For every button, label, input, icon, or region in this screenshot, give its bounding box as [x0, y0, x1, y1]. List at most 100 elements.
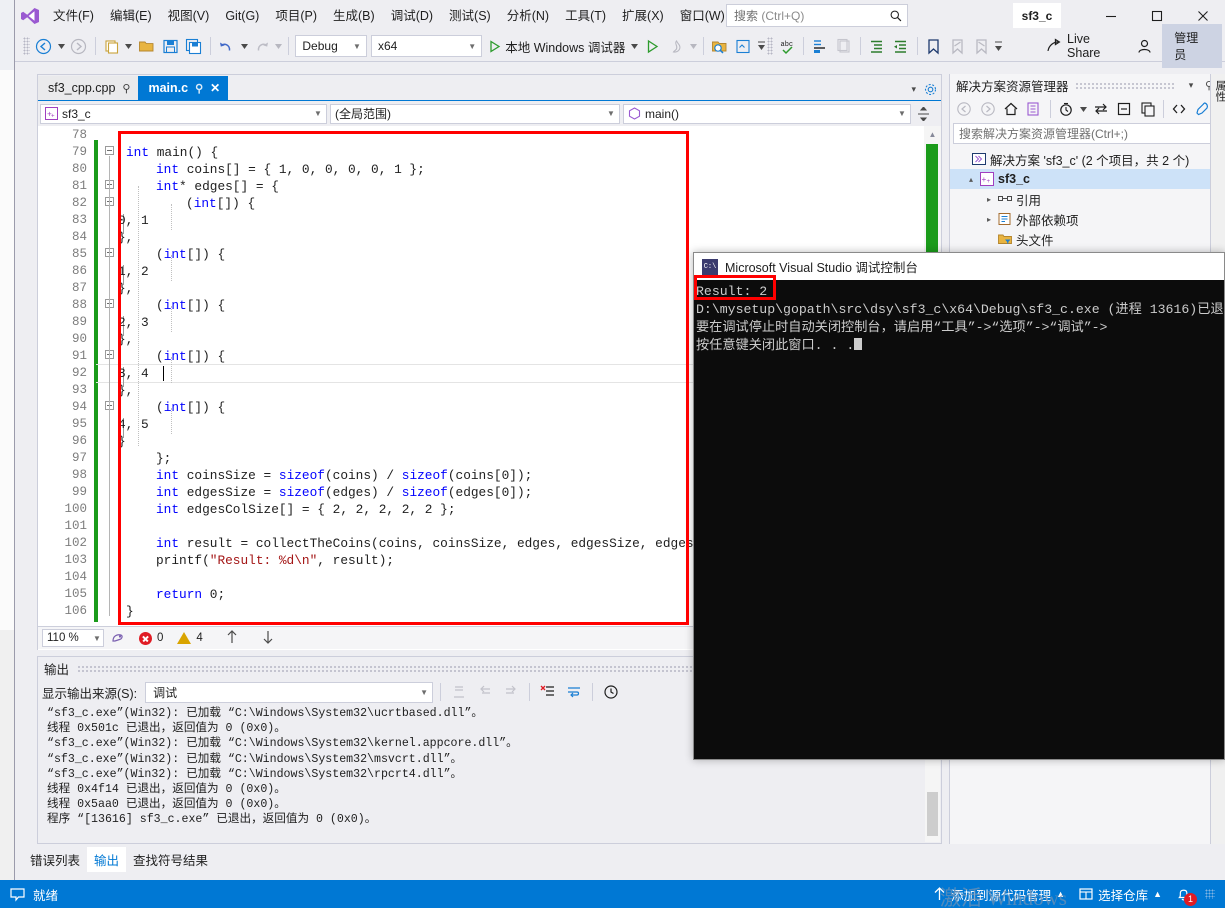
- minimize-button[interactable]: [1088, 0, 1134, 31]
- find-in-files-button[interactable]: [709, 35, 731, 57]
- home-button[interactable]: [1000, 98, 1022, 120]
- decrease-indent-button[interactable]: [890, 35, 912, 57]
- solution-explorer-button[interactable]: [733, 35, 755, 57]
- sync-with-active-document-button[interactable]: [1090, 98, 1112, 120]
- solution-configuration-combo[interactable]: Debug ▼: [295, 35, 367, 57]
- editor-settings-gear-icon[interactable]: [924, 83, 937, 96]
- vertical-tab-properties[interactable]: 属性: [1211, 74, 1225, 108]
- tree-item-solution[interactable]: 解决方案 'sf3_c' (2 个项目，共 2 个): [950, 149, 1225, 169]
- navbar-project-combo[interactable]: + + sf3_c ▼: [40, 103, 327, 124]
- tree-item-header-files[interactable]: 头文件: [950, 229, 1225, 249]
- clear-all-button[interactable]: [537, 681, 559, 703]
- menu-item-project[interactable]: 项目(P): [267, 4, 325, 28]
- scroll-up-arrow[interactable]: ▲: [924, 126, 941, 142]
- menu-item-debug[interactable]: 调试(D): [383, 4, 441, 28]
- resize-grip[interactable]: [1205, 889, 1215, 899]
- save-button[interactable]: [159, 35, 181, 57]
- output-line: 程序 “[13616] sf3_c.exe” 已退出，返回值为 0 (0x0)。: [47, 813, 377, 827]
- zoom-level-combo[interactable]: 110 % ▼: [42, 629, 104, 647]
- start-debugging-button[interactable]: 本地 Windows 调试器: [484, 35, 629, 57]
- toggle-word-wrap-button[interactable]: [563, 681, 585, 703]
- account-manager-button[interactable]: [1133, 35, 1155, 57]
- solution-platform-combo[interactable]: x64 ▼: [370, 35, 483, 57]
- code-health-icon[interactable]: [110, 629, 125, 647]
- dock-tab-find-symbol-results[interactable]: 查找符号结果: [126, 847, 215, 872]
- view-code-button[interactable]: [1168, 98, 1190, 120]
- pin-icon[interactable]: ⚲: [195, 82, 203, 95]
- solution-explorer-search-input[interactable]: 搜索解决方案资源管理器(Ctrl+;) ▾: [953, 123, 1225, 144]
- console-line: 要在调试停止时自动关闭控制台，请启用“工具”->“选项”->“调试”->: [696, 320, 1108, 335]
- switch-views-button[interactable]: [1023, 98, 1045, 120]
- filter-dropdown[interactable]: [1078, 106, 1089, 112]
- tab-overflow-chevron-icon[interactable]: ▾: [911, 84, 916, 95]
- menu-item-build[interactable]: 生成(B): [325, 4, 383, 28]
- error-count-indicator[interactable]: 0: [139, 631, 163, 645]
- save-all-button[interactable]: [183, 35, 205, 57]
- toolbar-grip[interactable]: [23, 37, 30, 55]
- warning-count-indicator[interactable]: 4: [177, 632, 203, 644]
- menu-item-window[interactable]: 窗口(W): [672, 4, 733, 28]
- live-share-button[interactable]: Live Share: [1040, 32, 1132, 60]
- search-input[interactable]: 搜索 (Ctrl+Q): [726, 4, 908, 27]
- collapse-all-button[interactable]: [1113, 98, 1135, 120]
- undo-dropdown[interactable]: [239, 43, 250, 49]
- debug-console-window[interactable]: C:\ Microsoft Visual Studio 调试控制台 Result…: [693, 252, 1225, 760]
- navbar-scope-combo[interactable]: (全局范围) ▼: [330, 103, 620, 124]
- menu-bar[interactable]: 文件(F) 编辑(E) 视图(V) Git(G) 项目(P) 生成(B) 调试(…: [45, 0, 791, 31]
- show-output-timestamps-button[interactable]: [600, 681, 622, 703]
- new-project-button[interactable]: [101, 35, 123, 57]
- start-without-debugging-button[interactable]: [641, 35, 663, 57]
- editor-tab-main-c[interactable]: main.c ⚲ ✕: [138, 76, 229, 100]
- open-file-button[interactable]: [135, 35, 157, 57]
- menu-item-view[interactable]: 视图(V): [160, 4, 218, 28]
- menu-item-extensions[interactable]: 扩展(X): [614, 4, 672, 28]
- source-code-text[interactable]: int main() { int coins[] = { 1, 0, 0, 0,…: [96, 126, 724, 619]
- new-project-dropdown[interactable]: [123, 43, 134, 49]
- show-all-files-button[interactable]: [1136, 98, 1158, 120]
- comment-selection-button[interactable]: [809, 35, 831, 57]
- output-source-combo[interactable]: 调试 ▼: [145, 681, 434, 703]
- close-icon[interactable]: ✕: [210, 81, 220, 95]
- dock-tab-error-list[interactable]: 错误列表: [23, 847, 87, 872]
- expander-icon[interactable]: ▸: [982, 195, 996, 204]
- console-output-area[interactable]: Result: 2 D:\mysetup\gopath\src\dsy\sf3_…: [694, 280, 1224, 759]
- expander-icon[interactable]: ▴: [964, 175, 978, 184]
- menu-item-analyze[interactable]: 分析(N): [499, 4, 557, 28]
- spell-check-button[interactable]: abc: [776, 35, 798, 57]
- toggle-bookmark-button[interactable]: [923, 35, 945, 57]
- scrollbar-thumb[interactable]: [927, 792, 938, 836]
- navigate-backward-button[interactable]: [33, 35, 55, 57]
- dock-tab-output[interactable]: 输出: [87, 846, 127, 872]
- menu-item-file[interactable]: 文件(F): [45, 4, 102, 28]
- start-debugging-dropdown[interactable]: [629, 43, 640, 49]
- editor-tab-sf3-cpp[interactable]: sf3_cpp.cpp ⚲: [38, 76, 139, 100]
- menu-item-tools[interactable]: 工具(T): [557, 4, 614, 28]
- solution-explorer-tree[interactable]: 解决方案 'sf3_c' (2 个项目，共 2 个) ▴ + + sf3_c ▸ …: [950, 147, 1225, 249]
- notifications-button[interactable]: 1: [1176, 887, 1197, 906]
- line-number: 105: [64, 587, 87, 601]
- undo-button[interactable]: [216, 35, 238, 57]
- line-number: 84: [71, 230, 87, 244]
- next-issue-button[interactable]: [261, 629, 275, 648]
- solution-explorer-dropdown[interactable]: [756, 41, 767, 51]
- toolbar-grip-2[interactable]: [766, 37, 774, 55]
- pin-icon[interactable]: ⚲: [122, 82, 130, 95]
- increase-indent-button[interactable]: [866, 35, 888, 57]
- navbar-member-combo[interactable]: main() ▼: [623, 103, 911, 124]
- menu-item-test[interactable]: 测试(S): [441, 4, 499, 28]
- solution-platform-value: x64: [377, 39, 398, 53]
- references-icon: [996, 192, 1014, 206]
- menu-item-git[interactable]: Git(G): [217, 4, 267, 28]
- panel-menu-chevron-icon[interactable]: ▾: [1182, 80, 1200, 91]
- select-repository-button[interactable]: 选择仓库 ▲: [1079, 885, 1162, 904]
- tree-item-external-dependencies[interactable]: ▸ 外部依赖项: [950, 209, 1225, 229]
- tree-item-references[interactable]: ▸ 引用: [950, 189, 1225, 209]
- navigate-backward-dropdown[interactable]: [56, 43, 67, 49]
- pending-changes-filter-button[interactable]: [1055, 98, 1077, 120]
- previous-issue-button[interactable]: [225, 629, 239, 648]
- menu-item-edit[interactable]: 编辑(E): [102, 4, 160, 28]
- expander-icon[interactable]: ▸: [982, 215, 996, 224]
- bookmark-overflow-dropdown[interactable]: [993, 41, 1004, 52]
- tree-item-project-sf3-c[interactable]: ▴ + + sf3_c: [950, 169, 1225, 189]
- split-view-button[interactable]: [914, 106, 932, 121]
